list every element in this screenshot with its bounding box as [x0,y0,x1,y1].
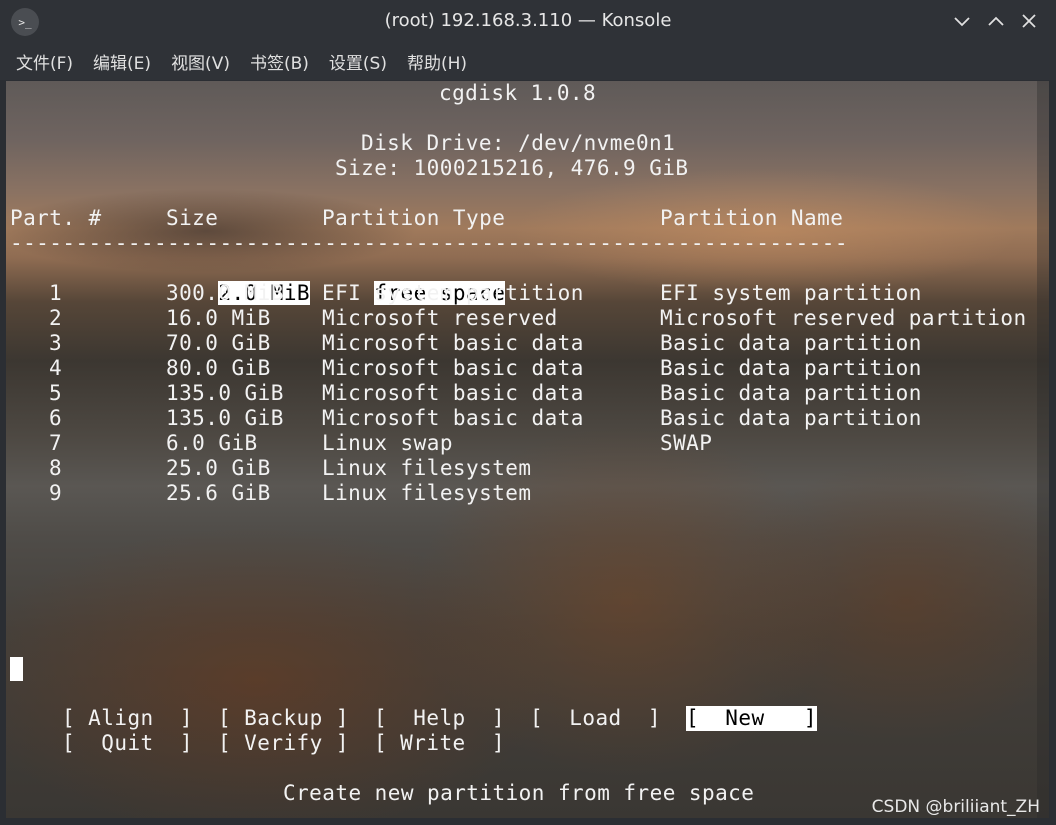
header-partition-type: Partition Type [322,206,506,230]
menu-help[interactable]: 帮助(H) [397,49,477,74]
partition-name[interactable]: Basic data partition [660,381,922,406]
align-button[interactable]: [ Align ] [62,706,193,731]
close-icon [1022,14,1036,28]
partition-type[interactable]: Microsoft basic data [322,406,584,431]
window-title: (root) 192.168.3.110 — Konsole [384,10,672,31]
verify-button[interactable]: [ Verify ] [218,731,349,756]
partition-type[interactable]: Linux filesystem [322,456,532,481]
partition-type[interactable]: Microsoft basic data [322,381,584,406]
write-button[interactable]: [ Write ] [374,731,505,756]
header-size: Size [166,206,219,230]
partition-num[interactable]: 8 [49,456,62,481]
partition-num[interactable]: 5 [49,381,62,406]
terminal-cursor [10,657,23,681]
help-button[interactable]: [ Help ] [374,706,505,731]
partition-name[interactable]: SWAP [660,431,712,456]
partition-num[interactable]: 1 [49,281,62,306]
partition-size[interactable]: 16.0 MiB [166,306,271,331]
menu-settings[interactable]: 设置(S) [319,49,397,74]
terminal-scrollbar[interactable] [1037,81,1049,818]
partition-type[interactable]: Microsoft basic data [322,331,584,356]
header-partition-name: Partition Name [660,206,844,230]
chevron-up-icon [988,16,1004,26]
partition-name[interactable]: Basic data partition [660,356,922,381]
partition-size[interactable]: 135.0 GiB [166,381,284,406]
partition-type[interactable]: Microsoft basic data [322,356,584,381]
partition-size[interactable]: 25.0 GiB [166,456,271,481]
menu-edit[interactable]: 编辑(E) [83,49,161,74]
quit-button[interactable]: [ Quit ] [62,731,193,756]
partition-type[interactable]: Linux filesystem [322,481,532,506]
disk-size-label: Size: 1000215216, 476.9 GiB [335,156,689,180]
maximize-button[interactable] [983,9,1009,33]
watermark: CSDN @briliiant_ZH [871,797,1040,817]
partition-size[interactable]: 6.0 GiB [166,431,258,456]
new-button[interactable]: [ New ] [686,706,817,731]
partition-num[interactable]: 6 [49,406,62,431]
minimize-button[interactable] [949,9,975,33]
partition-num[interactable]: 4 [49,356,62,381]
partition-num[interactable]: 2 [49,306,62,331]
menu-file[interactable]: 文件(F) [6,49,83,74]
partition-size[interactable]: 25.6 GiB [166,481,271,506]
partition-num[interactable]: 7 [49,431,62,456]
menu-view[interactable]: 视图(V) [161,49,240,74]
partition-type[interactable]: EFI system partition [322,281,584,306]
partition-size[interactable]: 80.0 GiB [166,356,271,381]
disk-drive-label: Disk Drive: /dev/nvme0n1 [361,131,676,155]
partition-type[interactable]: Microsoft reserved [322,306,558,331]
partition-size[interactable]: 135.0 GiB [166,406,284,431]
backup-button[interactable]: [ Backup ] [218,706,349,731]
partition-name[interactable]: Basic data partition [660,331,922,356]
menu-bar: 文件(F) 编辑(E) 视图(V) 书签(B) 设置(S) 帮助(H) [0,42,1056,80]
partition-size[interactable]: 70.0 GiB [166,331,271,356]
partition-num[interactable]: 9 [49,481,62,506]
menu-bookmarks[interactable]: 书签(B) [240,49,319,74]
partition-name[interactable]: Basic data partition [660,406,922,431]
header-part-number: Part. # [10,206,102,230]
load-button[interactable]: [ Load ] [530,706,661,731]
program-title: cgdisk 1.0.8 [439,81,597,105]
partition-size[interactable]: 300.0 MiB [166,281,284,306]
terminal-view[interactable]: cgdisk 1.0.8 Disk Drive: /dev/nvme0n1 Si… [6,81,1049,818]
partition-type[interactable]: Linux swap [322,431,453,456]
partition-name[interactable]: EFI system partition [660,281,922,306]
partition-num[interactable]: 3 [49,331,62,356]
partition-name[interactable]: Microsoft reserved partition [660,306,1027,331]
status-message: Create new partition from free space [283,781,755,805]
header-separator: ----------------------------------------… [10,231,848,255]
title-bar: >_ (root) 192.168.3.110 — Konsole [0,0,1056,42]
close-button[interactable] [1016,9,1042,33]
chevron-down-icon [954,17,970,27]
